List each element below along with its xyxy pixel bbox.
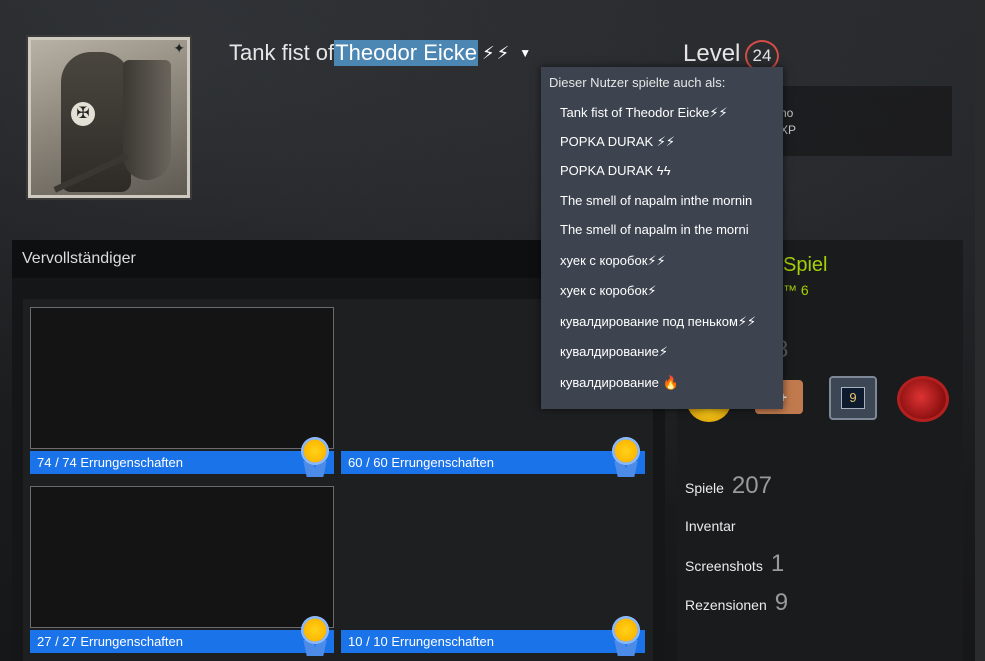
game-tile-image	[341, 486, 645, 628]
alias-item[interactable]: The smell of napalm inthe mornin	[560, 193, 752, 208]
lightning-icon: ⚡⚡	[482, 42, 512, 63]
stat-inventory-label: Inventar	[685, 518, 736, 534]
avatar-image: ✠ ✦	[31, 40, 187, 195]
game-tile-image	[30, 307, 334, 449]
alias-item[interactable]: POPKA DURAK ⚡⚡	[560, 134, 675, 150]
game-tile[interactable]: 74 / 74 Errungenschaften	[30, 307, 334, 477]
alias-item[interactable]: кувалдирование под пеньком⚡⚡	[560, 314, 756, 330]
alias-item[interactable]: кувалдирование⚡	[560, 344, 668, 360]
achievement-progress-bar: 27 / 27 Errungenschaften	[30, 630, 334, 653]
persona-selected-text: Theodor Eicke	[334, 40, 479, 66]
avatar-emblem-icon: ✠	[71, 102, 95, 126]
stat-games-value: 207	[731, 472, 772, 499]
flame-icon: 🔥	[662, 375, 679, 390]
game-tile[interactable]: 10 / 10 Errungenschaften	[341, 486, 645, 656]
stat-games-label: Spiele	[685, 480, 724, 496]
game-tile[interactable]: 27 / 27 Errungenschaften	[30, 486, 334, 656]
scrollbar-track[interactable]	[975, 0, 985, 661]
persona-prefix: Tank fist of	[229, 40, 335, 65]
perfect-game-medal-icon	[609, 437, 643, 477]
achievement-progress-bar: 10 / 10 Errungenschaften	[341, 630, 645, 653]
perfect-game-medal-icon	[609, 616, 643, 656]
stat-screenshots-label: Screenshots	[685, 558, 763, 574]
alias-item[interactable]: Tank fist of Theodor Eicke⚡⚡	[560, 105, 728, 121]
perfect-game-medal-icon	[298, 616, 332, 656]
alias-dropdown-title: Dieser Nutzer spielte auch als:	[549, 75, 726, 90]
stat-screenshots-value: 1	[770, 550, 785, 577]
profile-avatar[interactable]: ✠ ✦	[26, 35, 192, 200]
stat-games[interactable]: Spiele 207	[685, 472, 772, 500]
persona-name[interactable]: Tank fist of Theodor Eicke ⚡⚡ ▼	[229, 40, 531, 66]
stat-reviews[interactable]: Rezensionen 9	[685, 589, 788, 617]
perfect-game-medal-icon	[298, 437, 332, 477]
stat-reviews-value: 9	[774, 589, 789, 616]
avatar-shield	[123, 60, 171, 180]
alias-item[interactable]: The smell of napalm in the morni	[560, 222, 749, 237]
badge-years-icon[interactable]: 9	[829, 376, 877, 422]
currently-in-game-label: Spiel	[783, 254, 828, 276]
alias-item[interactable]: POPKA DURAK ϟϟ	[560, 163, 671, 178]
alias-item[interactable]: хуек с коробок⚡	[560, 283, 657, 299]
avatar-star-icon: ✦	[173, 40, 185, 56]
level-label: Level	[683, 40, 741, 67]
alias-history-dropdown: Dieser Nutzer spielte auch als: Tank fis…	[541, 67, 783, 409]
stat-inventory[interactable]: Inventar	[685, 518, 736, 534]
current-game-name[interactable]: ™ 6	[783, 282, 809, 298]
alias-item-last-text: кувалдирование	[560, 375, 663, 390]
alias-item-last[interactable]: кувалдирование 🔥	[560, 375, 679, 391]
stat-reviews-label: Rezensionen	[685, 597, 767, 613]
game-tile-image	[30, 486, 334, 628]
achievement-progress-bar: 74 / 74 Errungenschaften	[30, 451, 334, 474]
alias-dropdown-caret-icon[interactable]: ▼	[519, 46, 531, 60]
alias-item[interactable]: хуек с коробок⚡⚡	[560, 253, 666, 269]
achievement-progress-bar: 60 / 60 Errungenschaften	[341, 451, 645, 474]
badge-seal-icon[interactable]	[897, 376, 949, 422]
stat-screenshots[interactable]: Screenshots 1	[685, 550, 784, 578]
